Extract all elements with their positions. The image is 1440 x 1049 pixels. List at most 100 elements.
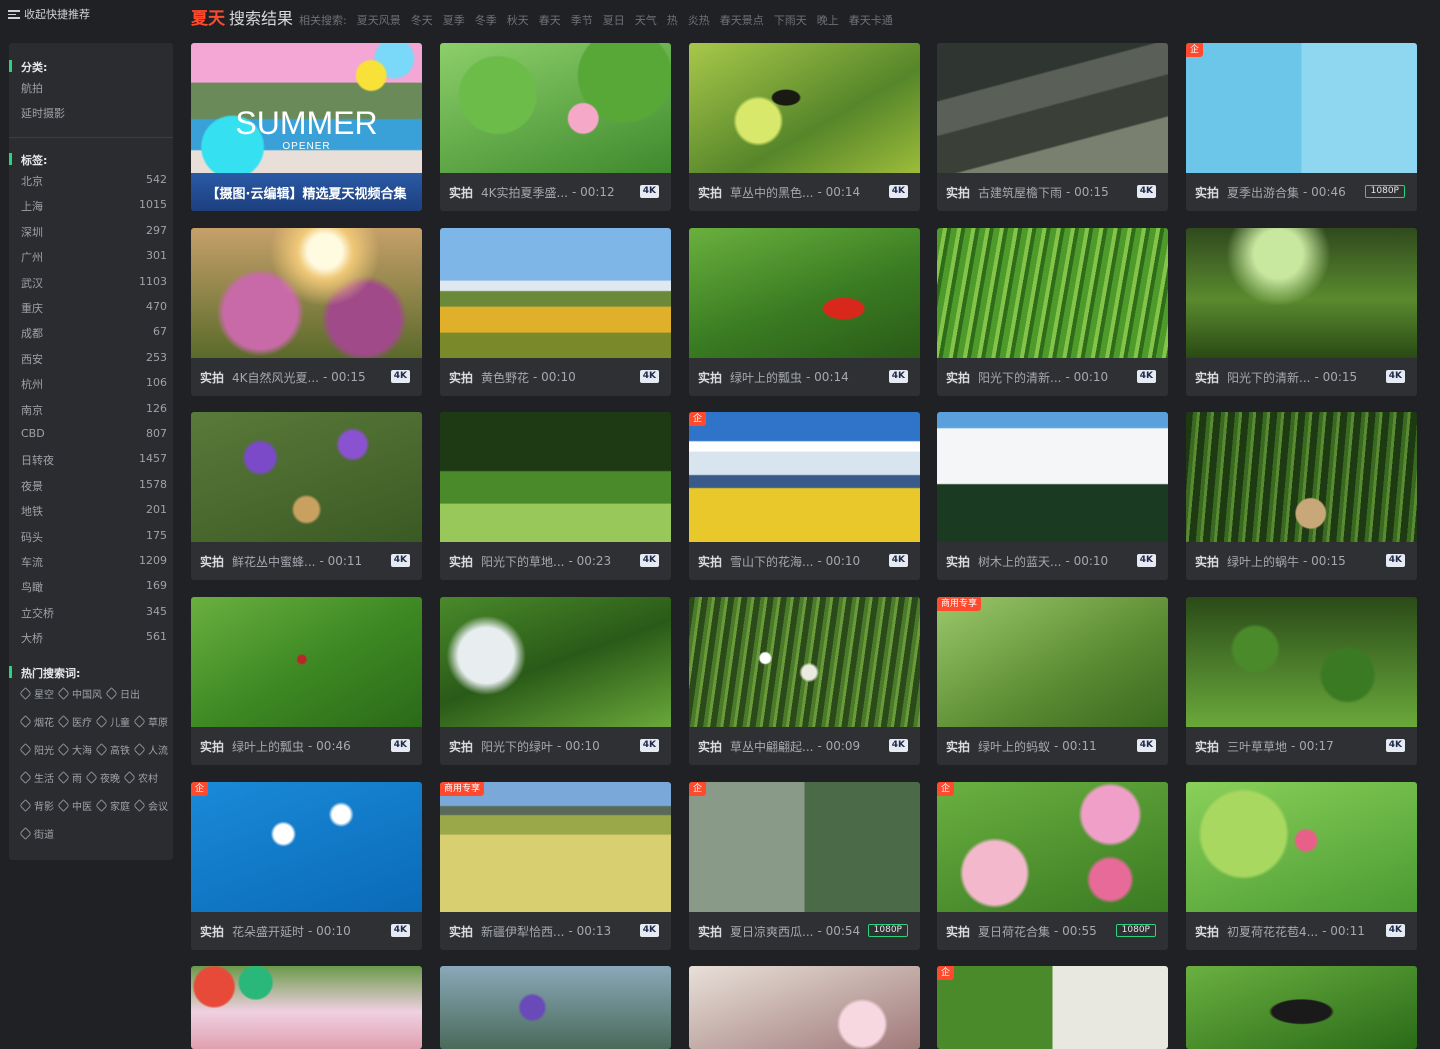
video-card[interactable]: 实拍 初夏荷花花苞4... - 00:11 4K bbox=[1186, 782, 1417, 950]
hot-search-tag[interactable]: 大海 bbox=[57, 742, 92, 757]
tag-item[interactable]: 深圳 297 bbox=[21, 224, 167, 240]
hot-search-tag[interactable]: 生活 bbox=[19, 770, 54, 785]
tag-item[interactable]: 码头 175 bbox=[21, 529, 167, 545]
enterprise-badge: 企 bbox=[191, 782, 209, 796]
video-card[interactable]: 企实拍 雪山下的花海... - 00:10 4K bbox=[689, 412, 920, 580]
hot-search-tag[interactable]: 街道 bbox=[19, 826, 54, 841]
related-search-item[interactable]: 天气 bbox=[635, 14, 657, 27]
tag-item[interactable]: 西安 253 bbox=[21, 351, 167, 367]
related-search-item[interactable]: 夏天风景 bbox=[357, 14, 401, 27]
video-card[interactable] bbox=[191, 966, 422, 1049]
hot-search-text: 高铁 bbox=[110, 746, 130, 757]
tag-item[interactable]: 日转夜 1457 bbox=[21, 452, 167, 468]
hot-search-tag[interactable]: 会议 bbox=[133, 798, 168, 813]
hot-search-tag[interactable]: 星空 bbox=[19, 686, 54, 701]
video-card[interactable]: 企 bbox=[937, 966, 1168, 1049]
video-thumbnail bbox=[937, 597, 1168, 727]
video-card[interactable]: 企实拍 花朵盛开延时 - 00:10 4K bbox=[191, 782, 422, 950]
video-card[interactable] bbox=[1186, 966, 1417, 1049]
tag-item[interactable]: 地铁 201 bbox=[21, 503, 167, 519]
tag-count: 1578 bbox=[139, 477, 167, 491]
hot-search-tag[interactable]: 家庭 bbox=[95, 798, 130, 813]
tag-item[interactable]: 北京 542 bbox=[21, 173, 167, 189]
hot-search-text: 夜晚 bbox=[100, 774, 120, 785]
hot-search-tag[interactable]: 雨 bbox=[57, 770, 82, 785]
collapse-recommendations-link[interactable]: 收起快捷推荐 bbox=[8, 6, 90, 22]
video-card[interactable]: 实拍 阳光下的清新... - 00:15 4K bbox=[1186, 228, 1417, 396]
video-card[interactable]: 实拍 4K实拍夏季盛... - 00:12 4K bbox=[440, 43, 671, 211]
hot-search-tag[interactable]: 医疗 bbox=[57, 714, 92, 729]
video-card[interactable] bbox=[689, 966, 920, 1049]
video-card[interactable]: 实拍 草丛中的黑色... - 00:14 4K bbox=[689, 43, 920, 211]
related-search-item[interactable]: 热 bbox=[667, 14, 678, 27]
video-card[interactable]: 商用专享 实拍 绿叶上的蚂蚁 - 00:11 4K bbox=[937, 597, 1168, 765]
video-card[interactable]: 实拍 草丛中翩翩起... - 00:09 4K bbox=[689, 597, 920, 765]
hot-search-tag[interactable]: 人流 bbox=[133, 742, 168, 757]
footage-type-label: 实拍 bbox=[449, 554, 474, 569]
video-card[interactable]: 实拍 绿叶上的瓢虫 - 00:46 4K bbox=[191, 597, 422, 765]
tag-item[interactable]: 杭州 106 bbox=[21, 376, 167, 392]
featured-collection-card[interactable]: SUMMER OPENER 【摄图·云编辑】精选夏天视频合集 bbox=[191, 43, 422, 211]
related-search-item[interactable]: 炎热 bbox=[688, 14, 710, 27]
tag-item[interactable]: 夜景 1578 bbox=[21, 478, 167, 494]
tag-item[interactable]: 广州 301 bbox=[21, 249, 167, 265]
video-card[interactable]: 实拍 绿叶上的瓢虫 - 00:14 4K bbox=[689, 228, 920, 396]
hot-search-tag[interactable]: 儿童 bbox=[95, 714, 130, 729]
video-card[interactable]: 企实拍 夏日凉爽西瓜... - 00:54 1080P bbox=[689, 782, 920, 950]
category-item-timelapse[interactable]: 延时摄影 bbox=[21, 105, 65, 121]
video-card[interactable]: 实拍 阳光下的清新... - 00:10 4K bbox=[937, 228, 1168, 396]
related-search-item[interactable]: 夏季 bbox=[443, 14, 465, 27]
video-card[interactable]: 企实拍 夏季出游合集 - 00:46 1080P bbox=[1186, 43, 1417, 211]
hot-search-tag[interactable]: 背影 bbox=[19, 798, 54, 813]
video-card[interactable]: 实拍 4K自然风光夏... - 00:15 4K bbox=[191, 228, 422, 396]
tag-item[interactable]: 车流 1209 bbox=[21, 554, 167, 570]
hot-search-tag[interactable]: 夜晚 bbox=[85, 770, 120, 785]
related-search-item[interactable]: 冬天 bbox=[411, 14, 433, 27]
tag-item[interactable]: CBD 807 bbox=[21, 427, 167, 440]
video-card[interactable]: 实拍 古建筑屋檐下雨 - 00:15 4K bbox=[937, 43, 1168, 211]
video-duration: - 00:09 bbox=[817, 739, 861, 753]
tag-item[interactable]: 重庆 470 bbox=[21, 300, 167, 316]
footage-type-label: 实拍 bbox=[698, 924, 723, 939]
tag-item[interactable]: 上海 1015 bbox=[21, 198, 167, 214]
related-search-item[interactable]: 季节 bbox=[571, 14, 593, 27]
hot-search-tag[interactable]: 中国风 bbox=[57, 686, 102, 701]
hot-search-tag[interactable]: 草原 bbox=[133, 714, 168, 729]
video-thumbnail bbox=[689, 412, 920, 542]
video-thumbnail bbox=[937, 43, 1168, 173]
tag-item[interactable]: 南京 126 bbox=[21, 402, 167, 418]
category-item-aerial[interactable]: 航拍 bbox=[21, 80, 43, 96]
related-search-item[interactable]: 春天 bbox=[539, 14, 561, 27]
related-search-item[interactable]: 夏日 bbox=[603, 14, 625, 27]
video-card[interactable]: 企实拍 夏日荷花合集 - 00:55 1080P bbox=[937, 782, 1168, 950]
tag-item[interactable]: 成都 67 bbox=[21, 325, 167, 341]
hot-search-tag[interactable]: 阳光 bbox=[19, 742, 54, 757]
video-card[interactable]: 实拍 黄色野花 - 00:10 4K bbox=[440, 228, 671, 396]
video-card[interactable]: 实拍 树木上的蓝天... - 00:10 4K bbox=[937, 412, 1168, 580]
video-card[interactable]: 实拍 阳光下的绿叶 - 00:10 4K bbox=[440, 597, 671, 765]
hot-search-tag[interactable]: 高铁 bbox=[95, 742, 130, 757]
video-info-bar: 实拍 夏季出游合集 - 00:46 1080P bbox=[1186, 173, 1417, 211]
tag-count: 106 bbox=[146, 376, 167, 390]
tag-item[interactable]: 立交桥 345 bbox=[21, 605, 167, 621]
hot-search-tag[interactable]: 农村 bbox=[123, 770, 158, 785]
video-card[interactable]: 实拍 绿叶上的蜗牛 - 00:15 4K bbox=[1186, 412, 1417, 580]
video-card[interactable]: 实拍 三叶草草地 - 00:17 4K bbox=[1186, 597, 1417, 765]
hot-search-tag[interactable]: 烟花 bbox=[19, 714, 54, 729]
related-search-item[interactable]: 春天景点 bbox=[720, 14, 764, 27]
video-card[interactable] bbox=[440, 966, 671, 1049]
related-search-item[interactable]: 春天卡通 bbox=[849, 14, 893, 27]
related-search-item[interactable]: 秋天 bbox=[507, 14, 529, 27]
related-search-item[interactable]: 晚上 bbox=[817, 14, 839, 27]
video-card[interactable]: 商用专享 实拍 新疆伊犁恰西... - 00:13 4K bbox=[440, 782, 671, 950]
video-card[interactable]: 实拍 鲜花丛中蜜蜂... - 00:11 4K bbox=[191, 412, 422, 580]
hot-search-tag[interactable]: 中医 bbox=[57, 798, 92, 813]
video-card[interactable]: 实拍 阳光下的草地... - 00:23 4K bbox=[440, 412, 671, 580]
related-search-item[interactable]: 下雨天 bbox=[774, 14, 807, 27]
tag-item[interactable]: 鸟瞰 169 bbox=[21, 579, 167, 595]
related-search-item[interactable]: 冬季 bbox=[475, 14, 497, 27]
tag-item[interactable]: 大桥 561 bbox=[21, 630, 167, 646]
video-info-bar: 实拍 阳光下的清新... - 00:15 4K bbox=[1186, 358, 1417, 396]
hot-search-tag[interactable]: 日出 bbox=[105, 686, 140, 701]
tag-item[interactable]: 武汉 1103 bbox=[21, 275, 167, 291]
